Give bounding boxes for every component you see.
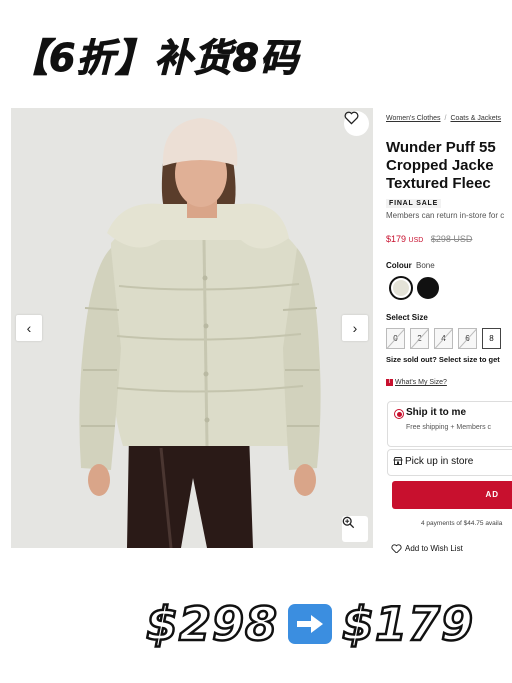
selected-colour: Bone	[416, 261, 435, 270]
breadcrumb-separator: /	[444, 115, 447, 122]
heart-outline-icon	[391, 544, 402, 553]
product-title: Wunder Puff 55 Cropped Jacke Textured Fl…	[386, 139, 512, 193]
sold-out-slash	[459, 329, 476, 348]
chevron-right-icon: ›	[352, 320, 358, 336]
sold-out-slash	[435, 329, 452, 348]
final-sale-badge: FINAL SALE	[386, 199, 442, 208]
new-price-overlay: $179	[341, 596, 475, 653]
size-guide-icon: T	[386, 379, 393, 386]
product-title-line: Textured Fleec	[386, 175, 491, 192]
previous-image-button[interactable]: ‹	[16, 315, 42, 341]
colour-label: Colour Bone	[386, 261, 435, 270]
model-wearing-jacket-illustration	[11, 108, 373, 548]
size-option-4[interactable]: 4	[434, 328, 453, 349]
zoom-button[interactable]	[342, 516, 368, 542]
size-option-2[interactable]: 2	[410, 328, 429, 349]
promo-banner-text: 【6折】补货8码	[10, 36, 299, 81]
breadcrumb: Women's Clothes / Coats & Jackets	[386, 115, 501, 122]
pick-up-in-store-option[interactable]: Pick up in store	[387, 449, 512, 476]
size-option-8[interactable]: 8	[482, 328, 501, 349]
store-icon	[393, 457, 403, 465]
select-size-label: Select Size	[386, 313, 428, 322]
promo-banner: 【6折】补货8码	[10, 30, 350, 86]
whats-my-size-link[interactable]: T What's My Size?	[386, 379, 447, 386]
radio-selected-icon	[394, 409, 404, 419]
pick-up-label: Pick up in store	[405, 456, 474, 467]
swatch-bone[interactable]	[389, 276, 413, 300]
price-comparison-overlay: $298 $179	[145, 595, 475, 653]
sale-price: $179	[386, 234, 407, 244]
size-value: 8	[489, 334, 494, 343]
old-price-overlay: $298	[145, 596, 279, 653]
zoom-in-icon	[342, 516, 355, 529]
wishlist-heart-button[interactable]	[344, 111, 369, 136]
installments-note: 4 payments of $44.75 availa	[421, 520, 503, 527]
product-details-panel: Women's Clothes / Coats & Jackets Wunder P…	[381, 108, 512, 553]
price: $179 USD $298 USD	[386, 234, 472, 244]
ship-title: Ship it to me	[406, 407, 466, 418]
breadcrumb-womens-clothes[interactable]: Women's Clothes	[386, 115, 441, 122]
returns-note: Members can return in-store for c	[386, 211, 505, 220]
ship-subtitle: Free shipping + Members c	[406, 424, 492, 431]
breadcrumb-coats-jackets[interactable]: Coats & Jackets	[450, 115, 501, 122]
product-title-line: Cropped Jacke	[386, 157, 494, 174]
heart-outline-icon	[344, 111, 359, 125]
product-image[interactable]: ‹ ›	[11, 108, 373, 548]
product-title-line: Wunder Puff 55	[386, 139, 496, 156]
add-to-wishlist-link[interactable]: Add to Wish List	[391, 544, 463, 553]
arrow-glyph	[297, 615, 324, 633]
right-arrow-emoji-icon	[288, 604, 333, 644]
size-sold-out-note: Size sold out? Select size to get	[386, 355, 500, 364]
ship-it-to-me-option[interactable]: Ship it to me Free shipping + Members c	[387, 401, 512, 447]
add-to-bag-button[interactable]: AD	[392, 481, 512, 509]
chevron-left-icon: ‹	[26, 320, 32, 336]
sold-out-slash	[387, 329, 404, 348]
whats-my-size-label: What's My Size?	[395, 379, 447, 386]
next-image-button[interactable]: ›	[342, 315, 368, 341]
currency: USD	[408, 237, 424, 244]
add-to-wishlist-label: Add to Wish List	[405, 544, 463, 553]
size-option-0[interactable]: 0	[386, 328, 405, 349]
swatch-black[interactable]	[417, 277, 439, 299]
original-price: $298 USD	[430, 234, 473, 244]
sold-out-slash	[411, 329, 428, 348]
size-option-6[interactable]: 6	[458, 328, 477, 349]
colour-heading: Colour	[386, 261, 412, 270]
